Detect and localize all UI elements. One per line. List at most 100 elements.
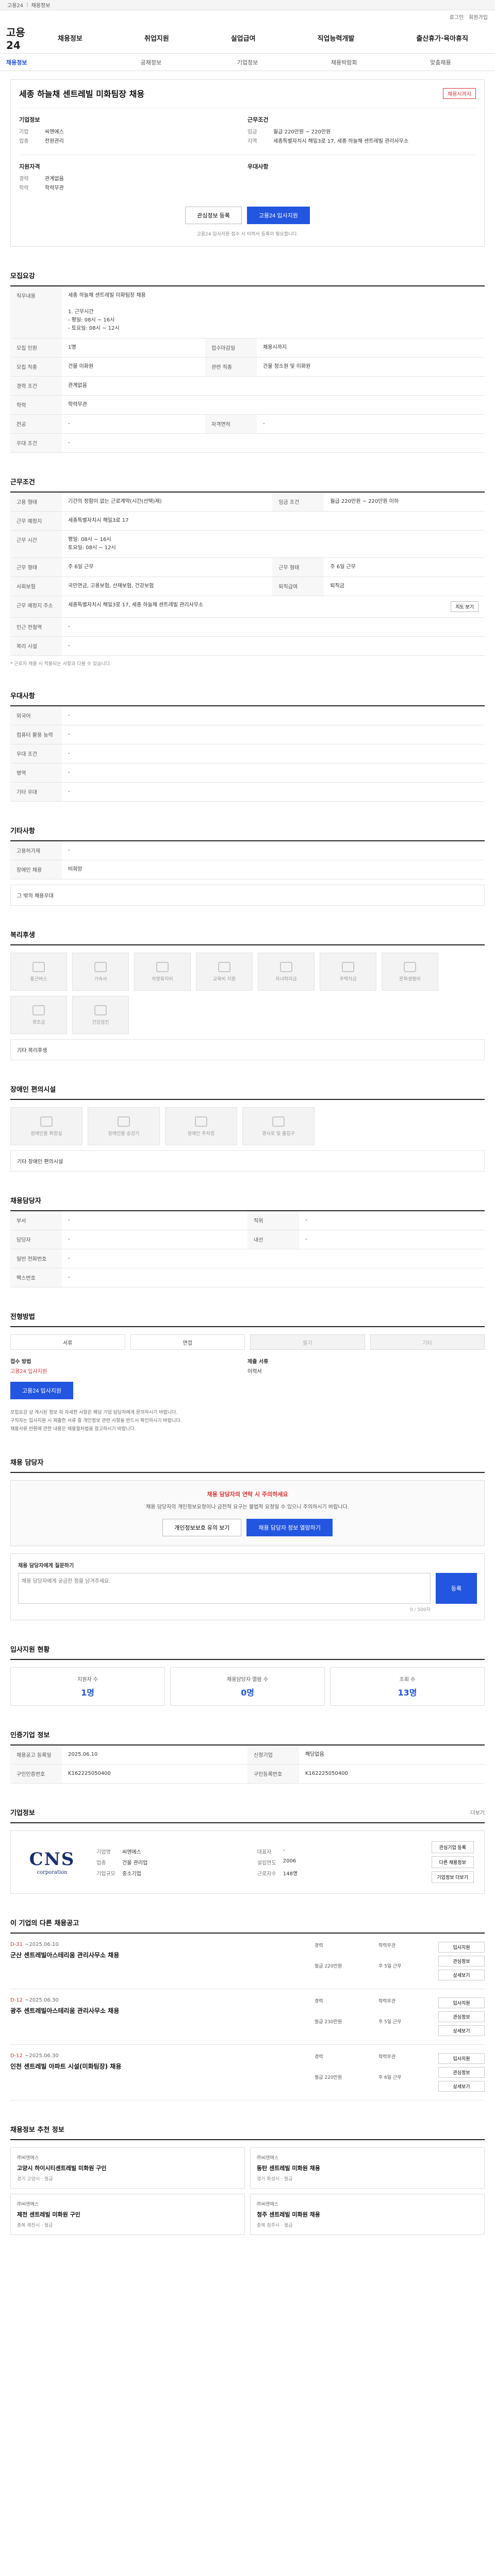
privacy-button[interactable]: 개인정보보호 유의 보기 <box>162 1519 242 1536</box>
stat-value: 1명 <box>81 1688 94 1698</box>
docs-value: 이력서 <box>248 1369 262 1375</box>
job-scrap-button[interactable]: 관심정보 <box>438 2067 485 2078</box>
question-input[interactable] <box>18 1573 431 1604</box>
row-key: 내선 <box>248 1230 299 1249</box>
apply-button-2[interactable]: 고용24 입사지원 <box>10 1382 74 1399</box>
row-value: 국민연금, 고용보험, 산재보험, 건강보험 <box>62 577 273 596</box>
section-title: 입사지원 현황 <box>10 1644 485 1660</box>
ad-title[interactable]: 고양시 하이시티센트레빌 미화원 구인 <box>17 2164 238 2172</box>
util-bar: 로그인 회원가입 <box>0 10 495 23</box>
gnb-item[interactable]: 실업급여 <box>231 33 256 43</box>
info-section: 인증기업 정보 채용공고 등록일 2025.06.10 신청기업 해당없음 구인인증번… <box>10 1730 485 1784</box>
gnb-item[interactable]: 출산휴가·육아휴직 <box>416 33 468 43</box>
job-apply-button[interactable]: 입사지원 <box>438 1942 485 1953</box>
breadcrumb-link[interactable]: 채용정보 <box>31 1 51 9</box>
warning-title: 채용 담당자의 연락 시 주의하세요 <box>207 1491 288 1498</box>
gift-icon <box>32 1005 45 1015</box>
welfare-label: 경조금 <box>32 1020 45 1025</box>
lnb-current[interactable]: 채용정보 <box>6 58 103 66</box>
home-link[interactable]: 고용24 <box>7 1 23 9</box>
info-key: 기업규모 <box>96 1871 116 1877</box>
company-detail-button[interactable]: 기업정보 더보기 <box>431 1871 474 1883</box>
job-list-item[interactable]: D-12 ~2025.06.30 광주 센트레빌아스테리움 관리사무소 채용 경력… <box>10 1989 485 2045</box>
welfare-item: 교육비 지원 <box>196 953 253 991</box>
cap-icon <box>280 961 292 972</box>
other-jobs-section: 이 기업의 다른 채용공고 D-31 ~2025.06.10 군산 센트레빌아스테… <box>10 1918 485 2100</box>
ticket-icon <box>404 961 416 972</box>
job-scrap-button[interactable]: 관심정보 <box>438 2011 485 2022</box>
company-scrap-button[interactable]: 관심기업 등록 <box>431 1841 474 1853</box>
row-key: 근무 시간 <box>10 530 62 558</box>
company-section: 기업정보 더보기 CNS corporation 기업명 씨엔에스 대표자 - 업종 건… <box>10 1807 485 1894</box>
job-list-item[interactable]: D-31 ~2025.06.10 군산 센트레빌아스테리움 관리사무소 채용 경력… <box>10 1934 485 1989</box>
row-key: 담당자 <box>10 1230 62 1249</box>
row-key: 채용공고 등록일 <box>10 1745 62 1765</box>
row-key: 장애인 채용 <box>10 860 62 879</box>
job-item-title[interactable]: 인천 센트레빌 아파트 시설(미화팀장) 채용 <box>10 2062 315 2071</box>
gnb-item[interactable]: 취업지원 <box>144 33 169 43</box>
logo[interactable]: 고용24 <box>6 24 37 52</box>
summary-value: 세종특별자치시 해밀3로 17, 세종 하늘채 센트레빌 관리사무소 <box>273 139 409 144</box>
lnb-item[interactable]: 맞춤채용 <box>392 58 489 66</box>
row-key: 학력 <box>10 395 62 415</box>
map-button[interactable]: 지도 보기 <box>451 601 478 612</box>
job-apply-button[interactable]: 입사지원 <box>438 1997 485 2008</box>
company-heading: 기업정보 <box>19 116 40 123</box>
job-date: ~2025.06.30 <box>25 1997 59 2003</box>
ad-title[interactable]: 제천 센트레빌 미화원 구인 <box>17 2210 238 2218</box>
row-value: - <box>62 1230 248 1249</box>
company-more-link[interactable]: 더보기 <box>470 1808 485 1816</box>
lnb-item[interactable]: 공채정보 <box>103 58 199 66</box>
health-icon <box>94 1005 107 1015</box>
job-item-title[interactable]: 군산 센트레빌아스테리움 관리사무소 채용 <box>10 1951 315 1959</box>
welfare-item: 기숙사 <box>72 953 129 991</box>
process-bullets: 모집요강 상 게시된 정보 외 자세한 사항은 해당 기업 담당자에게 문의하시… <box>10 1409 485 1433</box>
parking-icon <box>195 1116 207 1127</box>
ad-title[interactable]: 동탄 센트레빌 미화원 채용 <box>257 2164 478 2172</box>
row-value: 2025.06.10 <box>62 1745 248 1765</box>
apply-button[interactable]: 고용24 입사지원 <box>246 207 310 224</box>
facility-label: 경사로 및 출입구 <box>262 1131 295 1137</box>
row-value: 평일: 08시 ~ 16시 토요일: 08시 ~ 12시 <box>62 530 485 558</box>
row-key: 직위 <box>248 1211 299 1230</box>
toilet-icon <box>40 1116 53 1127</box>
scrap-button[interactable]: 관심정보 등록 <box>185 207 242 224</box>
row-key: 관련 직종 <box>205 357 257 377</box>
job-scrap-button[interactable]: 관심정보 <box>438 1956 485 1967</box>
job-item-title[interactable]: 광주 센트레빌아스테리움 관리사무소 채용 <box>10 2006 315 2015</box>
ad-title[interactable]: 청주 센트레빌 미화원 채용 <box>257 2210 478 2218</box>
section-title: 모집요강 <box>10 270 485 286</box>
ad-meta: 충북 청주시 · 월급 <box>257 2223 293 2228</box>
job-detail-button[interactable]: 상세보기 <box>438 2081 485 2092</box>
row-key: 직무내용 <box>10 286 62 338</box>
job-apply-button[interactable]: 입사지원 <box>438 2053 485 2064</box>
login-link[interactable]: 로그인 <box>450 13 464 21</box>
summary-value: 월급 220만원 ~ 220만원 <box>273 129 331 135</box>
row-value: - <box>62 636 485 656</box>
ad-card[interactable]: ㈜씨엔에스 제천 센트레빌 미화원 구인 충북 제천시 · 월급 <box>10 2194 245 2235</box>
ad-card[interactable]: ㈜씨엔에스 동탄 센트레빌 미화원 채용 경기 화성시 · 월급 <box>250 2147 485 2189</box>
job-detail-button[interactable]: 상세보기 <box>438 2025 485 2036</box>
job-detail-button[interactable]: 상세보기 <box>438 1970 485 1980</box>
job-list-item[interactable]: D-12 ~2025.06.30 인천 센트레빌 아파트 시설(미화팀장) 채용 … <box>10 2045 485 2100</box>
company-jobs-button[interactable]: 다른 채용정보 <box>431 1856 474 1868</box>
recruit-section: 모집요강 직무내용 세종 하늘채 센트레빌 미화팀장 채용 1. 근무시간 - 평… <box>10 270 485 453</box>
question-submit-button[interactable]: 등록 <box>436 1573 477 1604</box>
row-value: - <box>62 706 485 725</box>
gnb-item[interactable]: 채용정보 <box>58 33 82 43</box>
lnb-item[interactable]: 채용박람회 <box>296 58 392 66</box>
job-tag: 주 5일 근무 <box>378 2019 402 2025</box>
signup-link[interactable]: 회원가입 <box>469 13 488 21</box>
row-value: 세종특별자치시 해밀3로 17, 세종 하늘채 센트레빌 관리사무소 <box>62 596 324 618</box>
ads-section: 채용정보 추천 정보 ㈜씨엔에스 고양시 하이시티센트레빌 미화원 구인 경기 고양… <box>10 2124 485 2235</box>
lnb-item[interactable]: 기업정보 <box>199 58 295 66</box>
ad-card[interactable]: ㈜씨엔에스 청주 센트레빌 미화원 채용 충북 청주시 · 월급 <box>250 2194 485 2235</box>
summary-key: 지역 <box>248 139 257 144</box>
gnb-item[interactable]: 직업능력개발 <box>318 33 355 43</box>
view-contact-button[interactable]: 채용 담당자 정보 열람하기 <box>246 1519 333 1536</box>
section-title: 전형방법 <box>10 1311 485 1327</box>
row-key: 복리 시설 <box>10 636 62 656</box>
row-key: 고용허가제 <box>10 841 62 860</box>
row-key: 우대 조건 <box>10 744 62 764</box>
ad-card[interactable]: ㈜씨엔에스 고양시 하이시티센트레빌 미화원 구인 경기 고양시 · 월급 <box>10 2147 245 2189</box>
